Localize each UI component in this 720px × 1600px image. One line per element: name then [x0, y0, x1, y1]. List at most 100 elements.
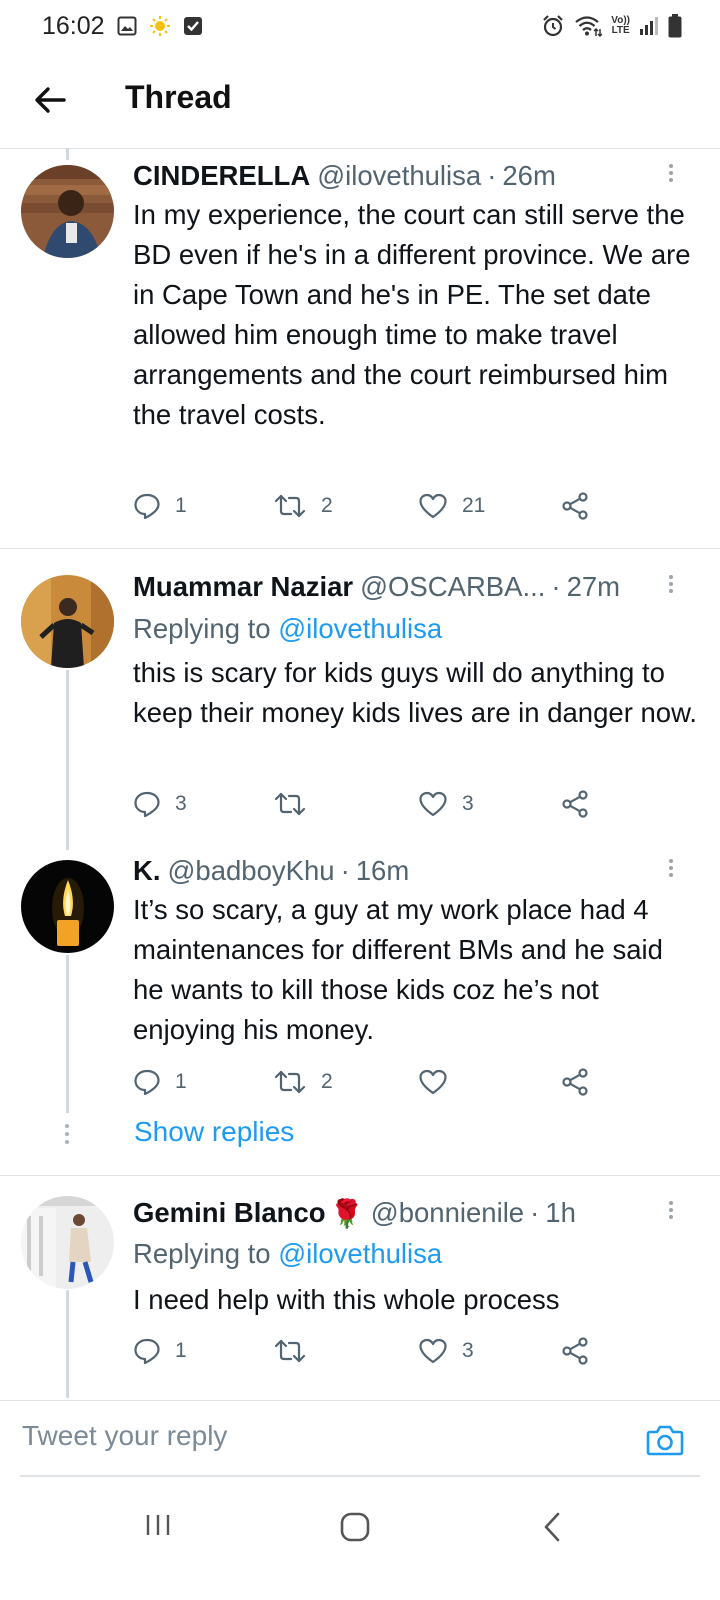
separator-dot: ·	[551, 571, 561, 602]
like-button[interactable]	[418, 1064, 462, 1100]
reply-count: 1	[175, 1339, 187, 1362]
tweet-text: It’s so scary, a guy at my work place ha…	[133, 894, 671, 1045]
replying-to: Replying to @ilovethulisa	[133, 1238, 443, 1269]
tweet-author-handle[interactable]: @OSCARBA...	[360, 571, 545, 603]
avatar[interactable]	[21, 575, 114, 668]
system-nav-bar	[0, 1480, 720, 1600]
like-count: 3	[462, 1339, 474, 1362]
reply-button[interactable]: 1	[133, 1333, 187, 1369]
thread-gap-dots	[64, 1124, 70, 1148]
signal-icon	[640, 17, 658, 35]
separator-dot: ·	[530, 1197, 540, 1228]
alarm-icon	[543, 15, 564, 37]
tweet-author-name[interactable]: K.	[133, 855, 161, 887]
tweet-reply-input[interactable]	[20, 1419, 624, 1453]
separator-dot: ·	[487, 160, 497, 191]
share-icon	[562, 1337, 588, 1365]
show-replies-link[interactable]: Show replies	[134, 1116, 294, 1148]
tweet-text: In my experience, the court can still se…	[133, 199, 699, 430]
avatar[interactable]	[21, 860, 114, 953]
reply-button[interactable]: 3	[133, 786, 187, 822]
replying-to: Replying to @ilovethulisa	[133, 613, 443, 644]
avatar[interactable]	[21, 165, 114, 258]
avatar-image	[21, 860, 114, 953]
reply-count: 1	[175, 494, 187, 517]
status-bar: 16:02 Vo)) LTE	[0, 0, 720, 52]
app-bar: Thread	[0, 52, 720, 149]
tweet[interactable]: K. @badboyKhu · 16m It’s so scary, a guy…	[0, 840, 720, 1176]
share-button[interactable]	[560, 786, 590, 822]
retweet-count: 2	[321, 494, 333, 517]
wifi-icon	[575, 16, 603, 37]
camera-icon[interactable]	[646, 1423, 684, 1457]
avatar-image	[21, 575, 114, 668]
share-icon	[562, 790, 588, 818]
replying-to-handle-link[interactable]: @ilovethulisa	[278, 1238, 442, 1269]
avatar-image	[21, 165, 114, 258]
share-icon	[562, 1068, 588, 1096]
back-icon[interactable]	[538, 1510, 566, 1544]
retweet-count: 2	[321, 1070, 333, 1093]
tweet-author-handle[interactable]: @bonnienile	[371, 1197, 524, 1229]
heart-icon	[419, 493, 447, 519]
avatar[interactable]	[21, 1196, 114, 1289]
more-options-icon[interactable]	[666, 856, 676, 886]
retweet-icon	[274, 1070, 306, 1094]
tweet-header: Muammar Naziar @OSCARBA... · 27m	[133, 568, 670, 606]
reply-button[interactable]: 1	[133, 488, 187, 524]
share-button[interactable]	[560, 1333, 590, 1369]
composer-underline	[20, 1475, 700, 1477]
like-button[interactable]: 3	[418, 1333, 474, 1369]
battery-icon	[668, 14, 682, 38]
like-button[interactable]: 3	[418, 786, 474, 822]
image-icon	[117, 16, 137, 36]
heart-icon	[419, 1069, 447, 1095]
reply-count: 3	[175, 792, 187, 815]
tweet-author-name[interactable]: CINDERELLA	[133, 160, 310, 192]
retweet-button[interactable]: 2	[273, 1064, 333, 1100]
volte-icon: Vo)) LTE	[611, 15, 630, 36]
heart-icon	[419, 1338, 447, 1364]
retweet-icon	[274, 494, 306, 518]
home-icon[interactable]	[338, 1510, 372, 1544]
tweet[interactable]: CINDERELLA @ilovethulisa · 26m In my exp…	[0, 148, 720, 549]
tweet-text: this is scary for kids guys will do anyt…	[133, 657, 698, 728]
tweet-time: 26m	[502, 160, 556, 191]
replying-to-handle-link[interactable]: @ilovethulisa	[278, 613, 442, 644]
retweet-icon	[274, 1339, 306, 1363]
share-icon	[562, 492, 588, 520]
share-button[interactable]	[560, 1064, 590, 1100]
page-title: Thread	[125, 79, 232, 115]
tweet-author-name[interactable]: Gemini Blanco	[133, 1197, 326, 1229]
tweet-header: Gemini Blanco 🌹 @bonnienile · 1h	[133, 1194, 670, 1232]
more-options-icon[interactable]	[666, 161, 676, 191]
tweet-time: 27m	[566, 571, 621, 602]
reply-icon	[134, 493, 160, 520]
like-button[interactable]: 21	[418, 488, 485, 524]
tweet-author-name[interactable]: Muammar Naziar	[133, 571, 353, 603]
tweet[interactable]: Gemini Blanco 🌹 @bonnienile · 1h Replyin…	[0, 1176, 720, 1400]
retweet-button[interactable]: 2	[273, 488, 333, 524]
more-options-icon[interactable]	[666, 572, 676, 602]
tweet-actions: 1 2 21	[133, 488, 613, 524]
recent-apps-icon[interactable]	[143, 1510, 173, 1540]
separator-dot: ·	[340, 855, 350, 886]
like-count: 3	[462, 792, 474, 815]
retweet-button[interactable]	[273, 786, 321, 822]
reply-button[interactable]: 1	[133, 1064, 187, 1100]
retweet-button[interactable]	[273, 1333, 321, 1369]
avatar-image	[21, 1196, 114, 1289]
heart-icon	[419, 791, 447, 817]
tweet-actions: 1 3	[133, 1333, 613, 1369]
status-time: 16:02	[42, 12, 105, 40]
tweet-actions: 3 3	[133, 786, 613, 822]
share-button[interactable]	[560, 488, 590, 524]
tweet[interactable]: Muammar Naziar @OSCARBA... · 27m Replyin…	[0, 549, 720, 839]
rose-emoji: 🌹	[329, 1197, 364, 1229]
more-options-icon[interactable]	[666, 1198, 676, 1228]
like-count: 21	[462, 494, 486, 517]
tweet-author-handle[interactable]: @badboyKhu	[168, 855, 335, 887]
tweet-time: 16m	[355, 855, 410, 886]
tweet-author-handle[interactable]: @ilovethulisa	[317, 160, 481, 192]
arrow-left-icon[interactable]	[28, 78, 72, 122]
